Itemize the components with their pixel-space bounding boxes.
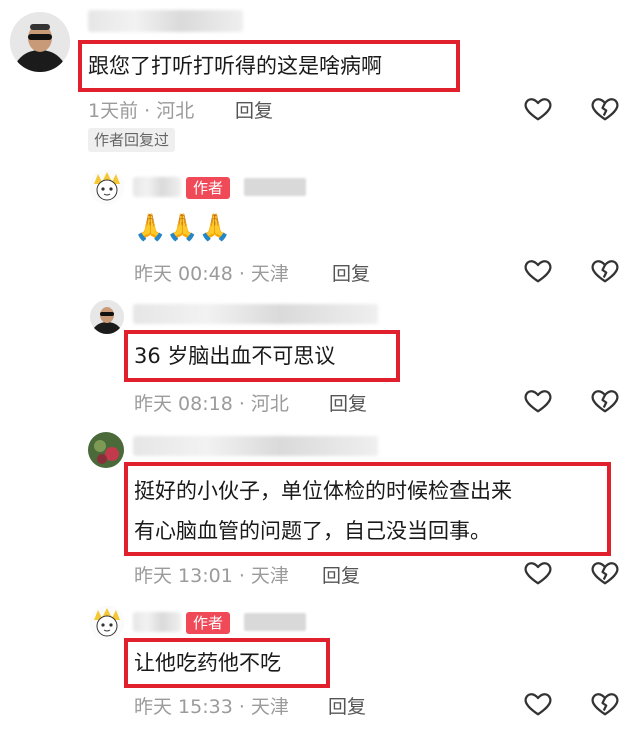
reply-button[interactable]: 回复 — [329, 389, 367, 416]
man-sunglasses-avatar[interactable] — [90, 300, 124, 334]
folded-hands-emoji: 🙏🙏🙏 — [134, 213, 232, 243]
like-heart-icon[interactable] — [523, 255, 553, 285]
comment-meta: 昨天 13:01 · 天津 — [134, 565, 289, 587]
like-heart-icon[interactable] — [523, 557, 553, 587]
dislike-broken-heart-icon[interactable] — [590, 557, 620, 587]
comment-meta: 昨天 00:48 · 天津 — [134, 263, 289, 285]
comment-text: 让他吃药他不吃 — [134, 651, 281, 675]
reply-button[interactable]: 回复 — [332, 259, 370, 286]
blurred-username — [133, 612, 181, 632]
dislike-broken-heart-icon[interactable] — [590, 385, 620, 415]
blurred-username — [133, 304, 378, 324]
like-heart-icon[interactable] — [523, 93, 553, 123]
blurred-username — [133, 436, 378, 456]
comment-text: 36 岁脑出血不可思议 — [134, 344, 336, 368]
blurred-label — [244, 178, 306, 196]
man-sunglasses-avatar[interactable] — [10, 12, 70, 72]
author-badge: 作者 — [186, 177, 231, 199]
cartoon-avatar[interactable] — [90, 606, 124, 640]
comment-meta: 1天前 · 河北 — [88, 100, 195, 122]
author-badge: 作者 — [186, 612, 231, 634]
comment-meta: 昨天 15:33 · 天津 — [134, 696, 289, 718]
dislike-broken-heart-icon[interactable] — [590, 255, 620, 285]
reply-button[interactable]: 回复 — [322, 561, 360, 588]
reply-button[interactable]: 回复 — [328, 692, 366, 719]
comment-meta: 昨天 08:18 · 河北 — [134, 393, 289, 415]
comment-text: 跟您了打听打听得的这是啥病啊 — [88, 54, 382, 78]
like-heart-icon[interactable] — [523, 385, 553, 415]
comment-text-line-1: 挺好的小伙子，单位体检的时候检查出来 — [134, 479, 512, 503]
like-heart-icon[interactable] — [523, 688, 553, 718]
dislike-broken-heart-icon[interactable] — [590, 688, 620, 718]
flower-avatar[interactable] — [88, 432, 124, 468]
blurred-username — [88, 10, 243, 32]
dislike-broken-heart-icon[interactable] — [590, 93, 620, 123]
author-replied-tag: 作者回复过 — [88, 128, 176, 152]
blurred-username — [133, 177, 181, 197]
blurred-label — [244, 613, 306, 631]
reply-button[interactable]: 回复 — [235, 96, 273, 123]
cartoon-avatar[interactable] — [90, 170, 124, 204]
comment-text-line-2: 有心脑血管的问题了，自己没当回事。 — [134, 519, 491, 543]
